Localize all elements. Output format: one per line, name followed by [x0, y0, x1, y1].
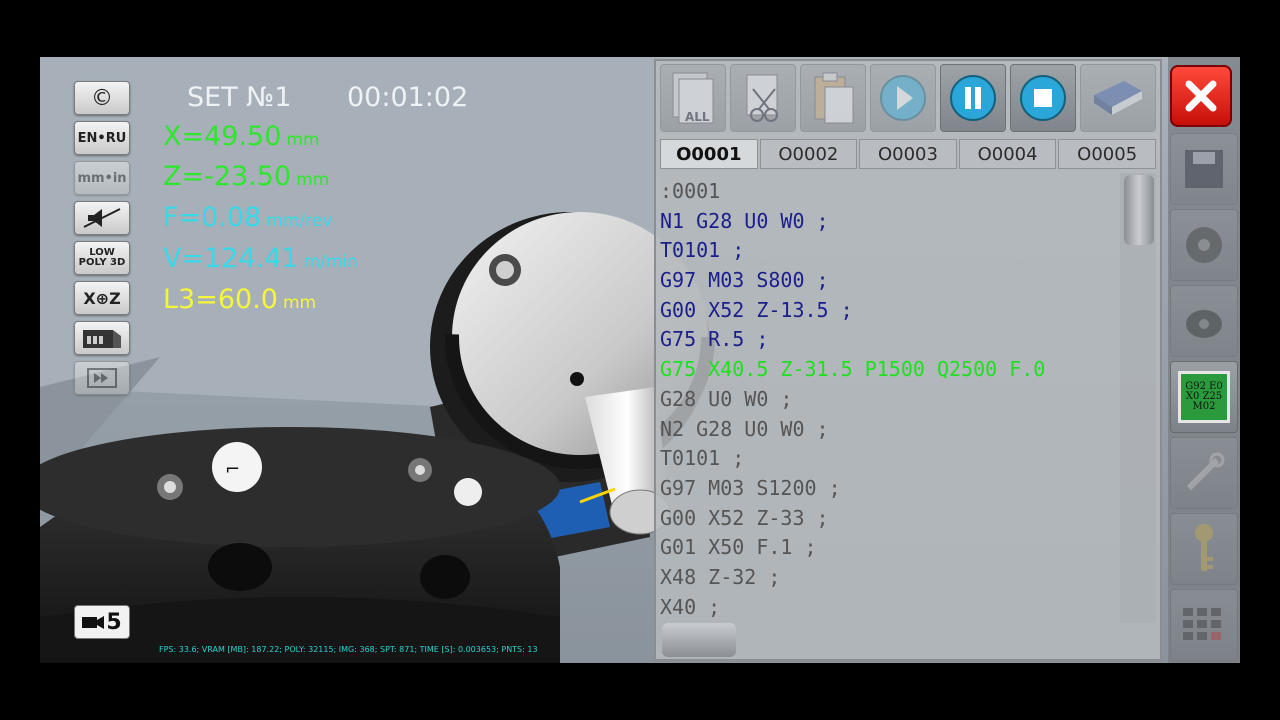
low-poly-3d-button[interactable]: LOW POLY 3D [74, 241, 130, 275]
vertical-scrollbar[interactable] [1120, 173, 1156, 623]
stop-button[interactable] [1010, 64, 1076, 132]
stop-icon [1020, 75, 1066, 121]
fast-forward-icon [87, 368, 117, 388]
code-line[interactable]: G28 U0 W0 ; [660, 385, 1116, 415]
speed-value: V=124.41 [163, 243, 299, 274]
key-button[interactable] [1170, 513, 1238, 585]
code-line[interactable]: G75 R.5 ; [660, 325, 1116, 355]
right-toolbar: G92 E0 X0 Z25 M02 [1168, 57, 1240, 663]
tab-o0001[interactable]: O0001 [660, 139, 758, 169]
camera-icon [82, 616, 105, 629]
horizontal-scroll-thumb[interactable] [662, 623, 736, 657]
language-toggle-icon: EN•RU [77, 130, 127, 146]
length-value: L3=60.0 [163, 284, 278, 315]
chuck-button[interactable] [1170, 209, 1238, 281]
code-line[interactable]: G97 M03 S800 ; [660, 266, 1116, 296]
fast-forward-button[interactable] [74, 361, 130, 395]
tab-o0004[interactable]: O0004 [958, 139, 1057, 169]
floppy-icon [1185, 150, 1223, 188]
feed-rate: F=0.08 mm/rev [163, 202, 332, 233]
length-unit: mm [282, 293, 317, 313]
set-label: SET №1 [187, 82, 292, 113]
machine-view-icon [83, 330, 121, 348]
camera-number: 5 [106, 609, 122, 635]
code-line[interactable]: N1 G28 U0 W0 ; [660, 207, 1116, 237]
cut-button[interactable] [730, 64, 796, 132]
x-coordinate: X=49.50 mm [163, 121, 320, 152]
book-icon [1094, 81, 1142, 115]
feed-value: F=0.08 [163, 202, 262, 233]
tool-length: L3=60.0 mm [163, 284, 316, 315]
tab-o0002[interactable]: O0002 [759, 139, 858, 169]
units-toggle-button[interactable]: mm•in [74, 161, 130, 195]
gcode-icon: G92 E0 X0 Z25 M02 [1178, 371, 1230, 423]
z-coordinate: Z=-23.50 mm [163, 161, 329, 192]
pause-button[interactable] [940, 64, 1006, 132]
feed-unit: mm/rev [266, 211, 333, 231]
key-icon [1195, 524, 1213, 571]
select-all-button[interactable]: ALL [660, 64, 726, 132]
tab-o0003[interactable]: O0003 [859, 139, 957, 169]
calculator-icon [1183, 608, 1221, 640]
code-line[interactable]: G01 X50 F.1 ; [660, 533, 1116, 563]
pause-icon [950, 75, 996, 121]
vertical-scroll-thumb[interactable] [1124, 175, 1154, 245]
elapsed-timer: 00:01:02 [347, 82, 469, 113]
tool-holder-icon [1186, 310, 1222, 338]
language-toggle-button[interactable]: EN•RU [74, 121, 130, 155]
chuck-icon [1186, 227, 1222, 263]
axis-icon: X⊕Z [83, 288, 121, 308]
code-line[interactable]: X40 ; [660, 593, 1116, 623]
axis-button[interactable]: X⊕Z [74, 281, 130, 315]
z-unit: mm [296, 170, 330, 190]
program-tabs: O0001 O0002 O0003 O0004 O0005 [660, 139, 1156, 169]
tool-holder-button[interactable] [1170, 285, 1238, 357]
svg-text:⌐: ⌐ [225, 459, 240, 480]
manual-button[interactable] [1080, 64, 1156, 132]
z-value: Z=-23.50 [163, 161, 292, 192]
units-toggle-icon: mm•in [77, 170, 127, 186]
code-line[interactable]: :0001 [660, 177, 1116, 207]
gcode-program-button[interactable]: G92 E0 X0 Z25 M02 [1170, 361, 1238, 433]
save-button[interactable] [1170, 133, 1238, 205]
code-line[interactable]: T0101 ; [660, 444, 1116, 474]
tab-o0005[interactable]: O0005 [1058, 139, 1156, 169]
code-line[interactable]: G97 M03 S1200 ; [660, 474, 1116, 504]
mute-icon [83, 208, 121, 228]
x-unit: mm [286, 130, 320, 150]
code-line[interactable]: T0101 ; [660, 236, 1116, 266]
cutting-speed: V=124.41 m/min [163, 243, 358, 274]
code-line[interactable]: G00 X52 Z-13.5 ; [660, 296, 1116, 326]
code-line[interactable]: X48 Z-32 ; [660, 563, 1116, 593]
program-editor: ALL O0001 O0002 O0003 O0004 O0005 :0001 [654, 59, 1162, 661]
close-button[interactable] [1170, 65, 1232, 127]
code-line-active[interactable]: G75 X40.5 Z-31.5 P1500 Q2500 F.0 [660, 355, 1116, 385]
tools-button[interactable] [1170, 437, 1238, 509]
wrench-icon [1186, 452, 1225, 491]
copyright-label: © [91, 85, 113, 111]
machine-view-button[interactable] [74, 321, 130, 355]
speed-unit: m/min [303, 252, 358, 272]
copyright-icon[interactable]: © [74, 81, 130, 115]
close-icon [1185, 80, 1217, 112]
paste-icon [814, 72, 854, 124]
calculator-button[interactable] [1170, 589, 1238, 661]
svg-text:ALL: ALL [685, 110, 710, 124]
camera-button[interactable]: 5 [74, 605, 130, 639]
low-poly-3d-icon: LOW POLY 3D [78, 247, 126, 268]
play-button[interactable] [870, 64, 936, 132]
code-line[interactable]: G00 X52 Z-33 ; [660, 504, 1116, 534]
play-icon [880, 75, 926, 121]
x-value: X=49.50 [163, 121, 282, 152]
cut-icon [746, 74, 778, 122]
performance-stats: FPS: 33.6; VRAM [MB]: 187.22; POLY: 3211… [159, 645, 538, 654]
code-line[interactable]: N2 G28 U0 W0 ; [660, 415, 1116, 445]
mute-button[interactable] [74, 201, 130, 235]
paste-button[interactable] [800, 64, 866, 132]
cnc-simulator-window: ⌐ SET №1 00:01:02 X=49.50 mm Z=-23.50 mm F… [40, 57, 1240, 663]
select-all-icon: ALL [672, 72, 714, 124]
gcode-listing[interactable]: :0001 N1 G28 U0 W0 ; T0101 ; G97 M03 S80… [660, 177, 1116, 623]
gcode-icon-text: G92 E0 X0 Z25 M02 [1185, 381, 1223, 412]
